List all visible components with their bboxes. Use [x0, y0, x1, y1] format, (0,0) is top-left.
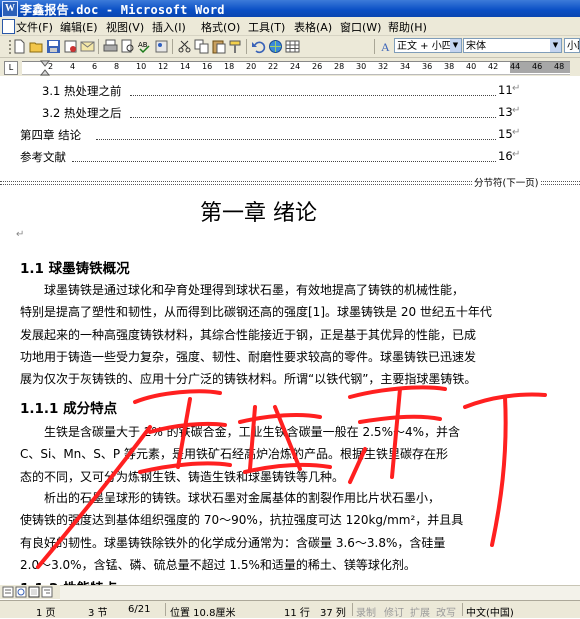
menu-view[interactable]: 视图(V): [106, 19, 144, 35]
email-icon[interactable]: [80, 39, 95, 54]
style-value: 正文 + 小四: [397, 41, 452, 52]
menu-edit[interactable]: 编辑(E): [60, 19, 98, 35]
menu-table[interactable]: 表格(A): [294, 19, 332, 35]
ruler-label: 2: [48, 62, 54, 71]
cut-icon[interactable]: [177, 39, 192, 54]
svg-text:A: A: [381, 40, 390, 54]
ruler-label: 28: [334, 62, 345, 71]
menu-insert[interactable]: 插入(I): [152, 19, 186, 35]
permission-icon[interactable]: [63, 39, 78, 54]
ruler-label: 24: [290, 62, 301, 71]
menu-bar: 文件(F) 编辑(E) 视图(V) 插入(I) 格式(O) 工具(T) 表格(A…: [0, 17, 580, 36]
window-title: 李鑫报告.doc - Microsoft Word: [20, 3, 225, 17]
status-divider: [352, 603, 353, 616]
ruler-label: 34: [400, 62, 411, 71]
red-handwriting-annotation: [36, 385, 547, 569]
save-icon[interactable]: [46, 39, 61, 54]
status-divider: [165, 603, 166, 616]
ruler-label: 22: [268, 62, 279, 71]
tab-selector[interactable]: L: [4, 61, 18, 75]
copy-icon[interactable]: [194, 39, 209, 54]
ruler-label: 4: [70, 62, 76, 71]
view-buttons: [0, 585, 60, 599]
style-dropdown[interactable]: 正文 + 小四 ▼: [394, 38, 462, 53]
tables-borders-icon[interactable]: [285, 39, 300, 54]
document-area[interactable]: 3.1 热处理之前 11 ↵ 3.2 热处理之后 13 ↵ 第四章 结论 15 ↵ 参…: [0, 77, 580, 585]
ruler-label: 26: [312, 62, 323, 71]
ruler-label: 14: [180, 62, 191, 71]
ruler-label: 48: [554, 62, 565, 71]
open-folder-icon[interactable]: [29, 39, 44, 54]
print-preview-icon[interactable]: [120, 39, 135, 54]
ruler-label: 30: [356, 62, 367, 71]
research-icon[interactable]: [154, 39, 169, 54]
status-bar: 1 页 3 节 6/21 位置 10.8厘米 11 行 37 列 录制 修订 扩…: [0, 600, 580, 619]
normal-view-icon[interactable]: [2, 586, 14, 598]
font-size-value: 小四: [567, 41, 579, 52]
ruler-label: 42: [488, 62, 499, 71]
font-size-dropdown[interactable]: 小四: [564, 38, 580, 53]
paste-icon[interactable]: [211, 39, 226, 54]
menu-tools[interactable]: 工具(T): [248, 19, 285, 35]
ruler-label: 10: [136, 62, 147, 71]
undo-icon[interactable]: [251, 39, 266, 54]
ruler-label: 36: [422, 62, 433, 71]
outline-view-icon[interactable]: [41, 586, 53, 598]
chevron-down-icon[interactable]: ▼: [550, 39, 561, 52]
ruler-label: 32: [378, 62, 389, 71]
document-icon[interactable]: [2, 19, 15, 34]
ruler-label: 38: [444, 62, 455, 71]
toolbar-separator: [172, 39, 173, 54]
status-pages: 6/21: [128, 604, 151, 615]
print-layout-icon[interactable]: [28, 586, 40, 598]
word-app-icon[interactable]: W: [2, 1, 18, 17]
ruler-label: 16: [202, 62, 213, 71]
spelling-icon[interactable]: AB: [137, 39, 152, 54]
ruler-label: 20: [246, 62, 257, 71]
toolbar-separator: [246, 39, 247, 54]
new-document-icon[interactable]: [12, 39, 27, 54]
title-bar[interactable]: W 李鑫报告.doc - Microsoft Word: [0, 0, 580, 17]
menu-window[interactable]: 窗口(W): [340, 19, 381, 35]
styles-formatting-icon[interactable]: A: [379, 39, 394, 54]
chevron-down-icon[interactable]: ▼: [450, 39, 461, 52]
ruler-label: 6: [92, 62, 98, 71]
ruler-label: 12: [158, 62, 169, 71]
ruler-label: 18: [224, 62, 235, 71]
status-divider: [462, 603, 463, 616]
horizontal-ruler[interactable]: L 2 4 6 8 10 12 14 16 18 20 22 24 26 28 30 32 34 36 38 40 42…: [0, 58, 580, 76]
menu-help[interactable]: 帮助(H): [388, 19, 427, 35]
menu-file[interactable]: 文件(F): [16, 19, 53, 35]
format-painter-icon[interactable]: [228, 39, 243, 54]
ruler-label: 40: [466, 62, 477, 71]
ruler-label: 46: [532, 62, 543, 71]
insert-hyperlink-icon[interactable]: [268, 39, 283, 54]
toolbar-separator: [374, 39, 375, 54]
horizontal-scrollbar[interactable]: [60, 585, 580, 600]
ruler-label: 44: [510, 62, 521, 71]
font-value: 宋体: [466, 41, 486, 52]
toolbar: AB A 正文 + 小四 ▼ 宋体 ▼ 小四: [0, 36, 580, 58]
menu-format[interactable]: 格式(O): [201, 19, 240, 35]
ruler-label: 8: [114, 62, 120, 71]
font-dropdown[interactable]: 宋体 ▼: [463, 38, 562, 53]
toolbar-separator: [98, 39, 99, 54]
print-icon[interactable]: [103, 39, 118, 54]
web-layout-icon[interactable]: [15, 586, 27, 598]
